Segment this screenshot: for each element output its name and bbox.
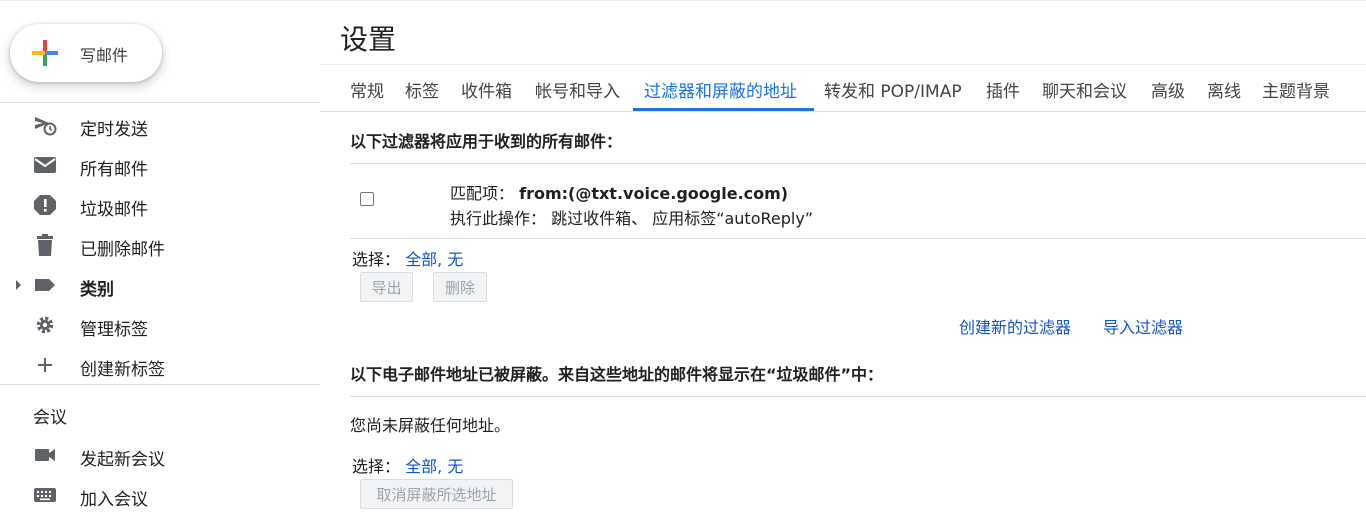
sidebar-item-label: 加入会议 — [80, 490, 148, 510]
tab-offline[interactable]: 离线 — [1207, 77, 1241, 102]
sidebar-item-label: 创建新标签 — [80, 360, 165, 380]
select-separator: , — [437, 250, 443, 269]
sidebar-item-new-meeting[interactable]: 发起新会议 — [0, 435, 320, 475]
blocked-heading: 以下电子邮件地址已被屏蔽。来自这些地址的邮件将显示在“垃圾邮件”中： — [350, 365, 884, 384]
select-none-link[interactable]: 无 — [447, 250, 463, 269]
filter-action-value: 跳过收件箱、 应用标签“autoReply” — [551, 209, 814, 228]
active-tab-indicator — [633, 108, 814, 111]
filter-match-line: 匹配项： from:(@txt.voice.google.com) — [450, 180, 788, 204]
unblock-button[interactable]: 取消屏蔽所选地址 — [360, 479, 513, 509]
select-label: 选择： — [352, 250, 401, 269]
filters-divider — [350, 238, 1366, 239]
sidebar: 写邮件 定时发送 所有邮件 垃圾邮件 已删除邮件 类别 管理标签 创建新标签 会… — [0, 0, 320, 521]
sidebar-item-scheduled[interactable]: 定时发送 — [0, 105, 320, 145]
sidebar-item-all-mail[interactable]: 所有邮件 — [0, 145, 320, 185]
blocked-select-row: 选择： 全部, 无 — [352, 453, 463, 477]
sidebar-item-create-label[interactable]: 创建新标签 — [0, 345, 320, 385]
tab-general[interactable]: 常规 — [350, 77, 384, 102]
blocked-divider — [350, 396, 1366, 397]
meet-section-title: 会议 — [33, 408, 67, 428]
page-title: 设置 — [340, 23, 397, 56]
filters-heading: 以下过滤器将应用于收到的所有邮件： — [350, 132, 623, 151]
sidebar-item-label: 管理标签 — [80, 320, 148, 340]
sidebar-item-label: 已删除邮件 — [80, 240, 165, 260]
sidebar-item-spam[interactable]: 垃圾邮件 — [0, 185, 320, 225]
gear-icon — [33, 314, 57, 336]
filter-action-label: 执行此操作： — [450, 209, 547, 228]
tab-advanced[interactable]: 高级 — [1151, 77, 1185, 102]
spam-icon — [33, 194, 57, 216]
tab-filters[interactable]: 过滤器和屏蔽的地址 — [644, 77, 797, 102]
label-icon — [33, 274, 57, 296]
select-label: 选择： — [352, 457, 401, 476]
select-separator: , — [437, 457, 443, 476]
filter-match-label: 匹配项： — [450, 184, 515, 203]
sidebar-item-label: 定时发送 — [80, 120, 148, 140]
filter-checkbox[interactable] — [360, 192, 374, 206]
tab-themes[interactable]: 主题背景 — [1262, 77, 1330, 102]
sidebar-item-label: 发起新会议 — [80, 450, 165, 470]
sidebar-item-join-meeting[interactable]: 加入会议 — [0, 475, 320, 515]
sidebar-item-label: 类别 — [80, 280, 114, 300]
compose-plus-icon — [32, 40, 58, 66]
sidebar-item-label: 所有邮件 — [80, 160, 148, 180]
compose-label: 写邮件 — [80, 46, 129, 65]
sidebar-divider — [0, 384, 320, 385]
expand-arrow-icon[interactable] — [16, 280, 21, 290]
tab-accounts[interactable]: 帐号和导入 — [535, 77, 620, 102]
filters-divider — [350, 163, 1366, 164]
all-mail-icon — [33, 154, 57, 176]
create-filter-link[interactable]: 创建新的过滤器 — [959, 314, 1071, 338]
tab-labels[interactable]: 标签 — [405, 77, 439, 102]
tab-chat[interactable]: 聊天和会议 — [1042, 77, 1127, 102]
keyboard-icon — [33, 484, 57, 506]
sidebar-divider — [0, 102, 320, 103]
select-none-link[interactable]: 无 — [447, 457, 463, 476]
trash-icon — [33, 234, 57, 256]
tab-addons[interactable]: 插件 — [986, 77, 1020, 102]
tab-forwarding[interactable]: 转发和 POP/IMAP — [824, 77, 962, 102]
delete-button[interactable]: 删除 — [433, 272, 487, 302]
sidebar-item-manage-labels[interactable]: 管理标签 — [0, 305, 320, 345]
plus-icon — [33, 354, 57, 376]
filters-select-row: 选择： 全部, 无 — [352, 246, 463, 270]
compose-button[interactable]: 写邮件 — [10, 24, 162, 82]
export-button[interactable]: 导出 — [360, 272, 413, 302]
sidebar-item-trash[interactable]: 已删除邮件 — [0, 225, 320, 265]
import-filter-link[interactable]: 导入过滤器 — [1103, 314, 1183, 338]
sidebar-item-categories[interactable]: 类别 — [0, 265, 320, 305]
tab-inbox[interactable]: 收件箱 — [461, 77, 512, 102]
video-icon — [33, 444, 57, 466]
filter-action-line: 执行此操作： 跳过收件箱、 应用标签“autoReply” — [450, 205, 813, 229]
filter-match-value: from:(@txt.voice.google.com) — [519, 184, 789, 203]
select-all-link[interactable]: 全部 — [405, 250, 437, 269]
scheduled-send-icon — [33, 114, 57, 136]
blocked-empty-text: 您尚未屏蔽任何地址。 — [350, 416, 511, 435]
sidebar-item-label: 垃圾邮件 — [80, 200, 148, 220]
select-all-link[interactable]: 全部 — [405, 457, 437, 476]
settings-tabs: 常规 标签 收件箱 帐号和导入 过滤器和屏蔽的地址 转发和 POP/IMAP 插… — [320, 64, 1366, 112]
